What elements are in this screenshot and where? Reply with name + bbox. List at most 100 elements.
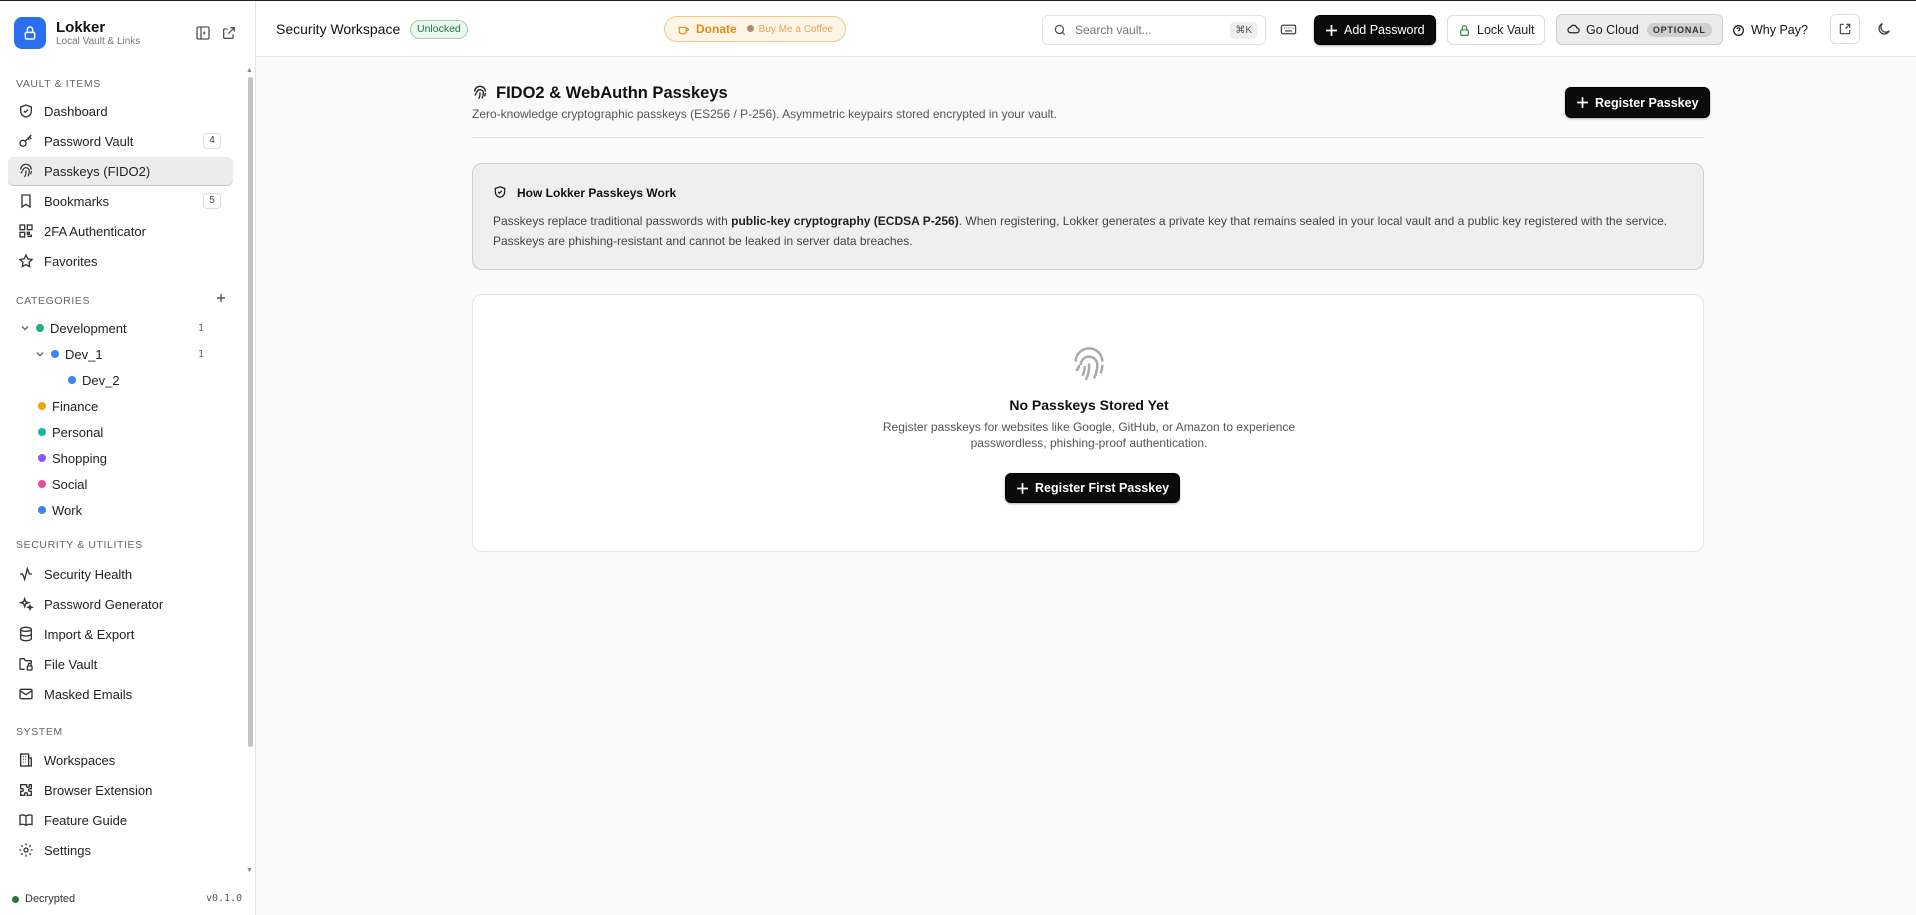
gear-icon xyxy=(18,842,34,858)
add-password-button[interactable]: Add Password xyxy=(1314,15,1436,45)
search-box[interactable]: ⌘K xyxy=(1042,15,1266,45)
nav-security-health[interactable]: Security Health xyxy=(8,560,233,588)
page-subtitle: Zero-knowledge cryptographic passkeys (E… xyxy=(472,107,1057,121)
add-category-icon[interactable] xyxy=(216,293,226,303)
unlocked-badge: Unlocked xyxy=(410,20,468,39)
plus-icon xyxy=(1016,482,1029,495)
popout-icon xyxy=(1838,22,1852,36)
help-circle-icon xyxy=(1732,24,1745,37)
scroll-up-arrow[interactable]: ▲ xyxy=(246,67,254,74)
database-icon xyxy=(18,626,34,642)
category-social[interactable]: Social xyxy=(38,473,87,495)
nav-passkeys[interactable]: Passkeys (FIDO2) xyxy=(8,157,233,185)
collapse-sidebar-icon[interactable] xyxy=(195,25,213,43)
nav-label: Settings xyxy=(44,842,91,858)
building-icon xyxy=(18,752,34,768)
go-cloud-label: Go Cloud xyxy=(1586,22,1639,37)
bookmark-icon xyxy=(18,193,34,209)
nav-label: Passkeys (FIDO2) xyxy=(44,163,151,179)
register-first-passkey-label: Register First Passkey xyxy=(1035,481,1170,495)
nav-workspaces[interactable]: Workspaces xyxy=(8,746,233,774)
nav-label: 2FA Authenticator xyxy=(44,223,146,239)
nav-import-export[interactable]: Import & Export xyxy=(8,620,233,648)
page-title: FIDO2 & WebAuthn Passkeys xyxy=(496,84,728,102)
nav-bookmarks[interactable]: Bookmarks 5 xyxy=(8,187,233,215)
plus-icon xyxy=(1325,24,1338,37)
nav-feature-guide[interactable]: Feature Guide xyxy=(8,806,233,834)
nav-label: Favorites xyxy=(44,253,98,269)
lock-logo-icon xyxy=(14,17,46,49)
category-dot xyxy=(38,454,46,462)
category-work[interactable]: Work xyxy=(38,499,82,521)
section-label-security: SECURITY & UTILITIES xyxy=(16,539,143,551)
mail-icon xyxy=(18,686,34,702)
nav-favorites[interactable]: Favorites xyxy=(8,247,233,275)
why-pay-button[interactable]: Why Pay? xyxy=(1728,15,1818,45)
search-input[interactable] xyxy=(1075,23,1215,37)
nav-label: Import & Export xyxy=(44,626,135,642)
category-label: Shopping xyxy=(52,450,107,466)
category-label: Work xyxy=(52,502,83,518)
category-dot xyxy=(38,402,46,410)
brand-subtitle: Local Vault & Links xyxy=(56,35,141,47)
category-label: Social xyxy=(52,476,88,492)
category-dot xyxy=(51,350,59,358)
lock-vault-button[interactable]: Lock Vault xyxy=(1447,15,1546,45)
register-first-passkey-button[interactable]: Register First Passkey xyxy=(1005,473,1181,503)
key-icon xyxy=(18,133,34,149)
category-finance[interactable]: Finance xyxy=(38,395,98,417)
fingerprint-icon xyxy=(18,163,34,179)
category-count: 1 xyxy=(198,349,205,360)
moon-icon[interactable] xyxy=(1876,21,1894,39)
coffee-icon xyxy=(677,23,690,36)
qr-icon xyxy=(18,223,34,239)
category-dot xyxy=(38,506,46,514)
register-passkey-button[interactable]: Register Passkey xyxy=(1565,87,1710,118)
category-dev-2[interactable]: Dev_2 xyxy=(68,369,120,391)
category-development[interactable]: Development xyxy=(20,317,127,339)
keyboard-icon[interactable] xyxy=(1280,21,1298,39)
chevron-down-icon[interactable] xyxy=(35,349,45,359)
category-shopping[interactable]: Shopping xyxy=(38,447,107,469)
nav-settings[interactable]: Settings xyxy=(8,836,233,864)
chevron-down-icon[interactable] xyxy=(20,323,30,333)
nav-label: Browser Extension xyxy=(44,782,153,798)
shield-check-icon xyxy=(18,103,34,119)
go-cloud-button[interactable]: Go Cloud OPTIONAL xyxy=(1556,14,1723,45)
brand-title: Lokker xyxy=(56,18,106,36)
category-personal[interactable]: Personal xyxy=(38,421,103,443)
popout-window-button[interactable] xyxy=(1830,14,1860,44)
category-label: Personal xyxy=(52,424,104,440)
category-dot xyxy=(38,480,46,488)
external-link-icon[interactable] xyxy=(221,25,239,43)
nav-browser-extension[interactable]: Browser Extension xyxy=(8,776,233,804)
search-icon xyxy=(1053,23,1067,37)
why-pay-label: Why Pay? xyxy=(1751,23,1808,37)
nav-password-generator[interactable]: Password Generator xyxy=(8,590,233,618)
category-dev-1[interactable]: Dev_1 xyxy=(35,343,103,365)
nav-masked-emails[interactable]: Masked Emails xyxy=(8,680,233,708)
book-icon xyxy=(18,812,34,828)
count-badge: 4 xyxy=(203,133,221,149)
category-label: Dev_1 xyxy=(65,346,103,362)
register-passkey-label: Register Passkey xyxy=(1595,95,1699,110)
buy-me-coffee-label: Buy Me a Coffee xyxy=(746,24,833,35)
workspace-title[interactable]: Security Workspace xyxy=(276,21,400,37)
sidebar-scrollbar[interactable] xyxy=(248,77,253,747)
scroll-down-arrow[interactable]: ▼ xyxy=(246,867,254,874)
nav-2fa-authenticator[interactable]: 2FA Authenticator xyxy=(8,217,233,245)
search-shortcut: ⌘K xyxy=(1230,22,1257,39)
category-label: Development xyxy=(50,320,127,336)
nav-file-vault[interactable]: File Vault xyxy=(8,650,233,678)
nav-password-vault[interactable]: Password Vault 4 xyxy=(8,127,233,155)
donate-button[interactable]: Donate Buy Me a Coffee xyxy=(664,16,846,42)
lock-icon xyxy=(1458,24,1471,37)
nav-label: Feature Guide xyxy=(44,812,128,828)
brand[interactable]: Lokker Local Vault & Links xyxy=(14,17,140,49)
folder-lock-icon xyxy=(18,656,34,672)
empty-state-text: Register passkeys for websites like Goog… xyxy=(882,420,1296,450)
sidebar: Lokker Local Vault & Links ▲ ▼ VAULT & I… xyxy=(0,1,256,915)
header-divider xyxy=(472,137,1704,138)
nav-label: File Vault xyxy=(44,656,98,672)
nav-dashboard[interactable]: Dashboard xyxy=(8,97,233,125)
